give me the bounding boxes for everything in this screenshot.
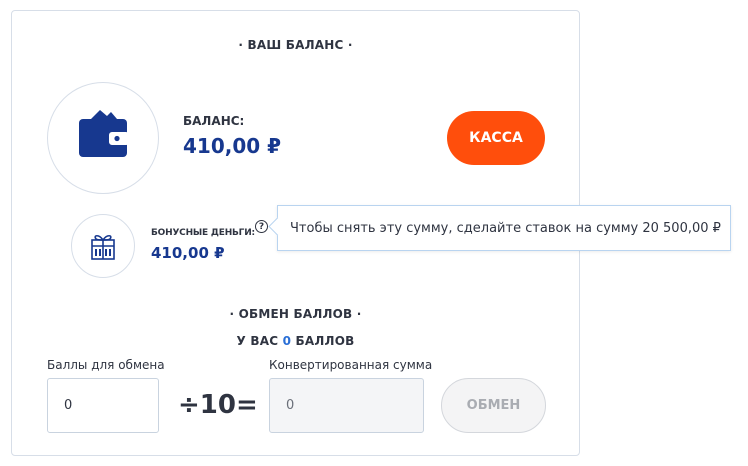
points-field-label: Баллы для обмена [47, 358, 165, 372]
converted-field-label: Конвертированная сумма [269, 358, 433, 372]
bonus-tooltip: Чтобы снять эту сумму, сделайте ставок н… [277, 205, 731, 251]
balance-value: 410,00 ₽ [183, 134, 282, 158]
wallet-icon-circle [47, 82, 159, 194]
gift-icon-circle [71, 214, 135, 278]
points-prefix: У ВАС [236, 334, 279, 348]
divide-by-ten-label: ÷10= [178, 390, 258, 420]
exchange-button[interactable]: ОБМЕН [441, 378, 546, 433]
points-count: 0 [282, 334, 292, 348]
bonus-value: 410,00 ₽ [151, 244, 225, 262]
wallet-icon [79, 110, 129, 157]
gift-icon [91, 234, 115, 260]
exchange-section-title: · ОБМЕН БАЛЛОВ · [229, 307, 362, 321]
bonus-label: БОНУСНЫЕ ДЕНЬГИ: [151, 228, 255, 238]
points-balance: У ВАС 0 БАЛЛОВ [11, 334, 580, 348]
cashier-button[interactable]: КАССА [447, 111, 545, 165]
help-icon[interactable]: ? [255, 220, 268, 233]
balance-section-title: · ВАШ БАЛАНС · [238, 38, 353, 52]
points-suffix: БАЛЛОВ [295, 334, 355, 348]
bonus-tooltip-text: Чтобы снять эту сумму, сделайте ставок н… [290, 220, 721, 236]
points-input[interactable] [47, 378, 159, 433]
converted-amount-input [269, 378, 424, 433]
balance-label: БАЛАНС: [183, 114, 245, 128]
